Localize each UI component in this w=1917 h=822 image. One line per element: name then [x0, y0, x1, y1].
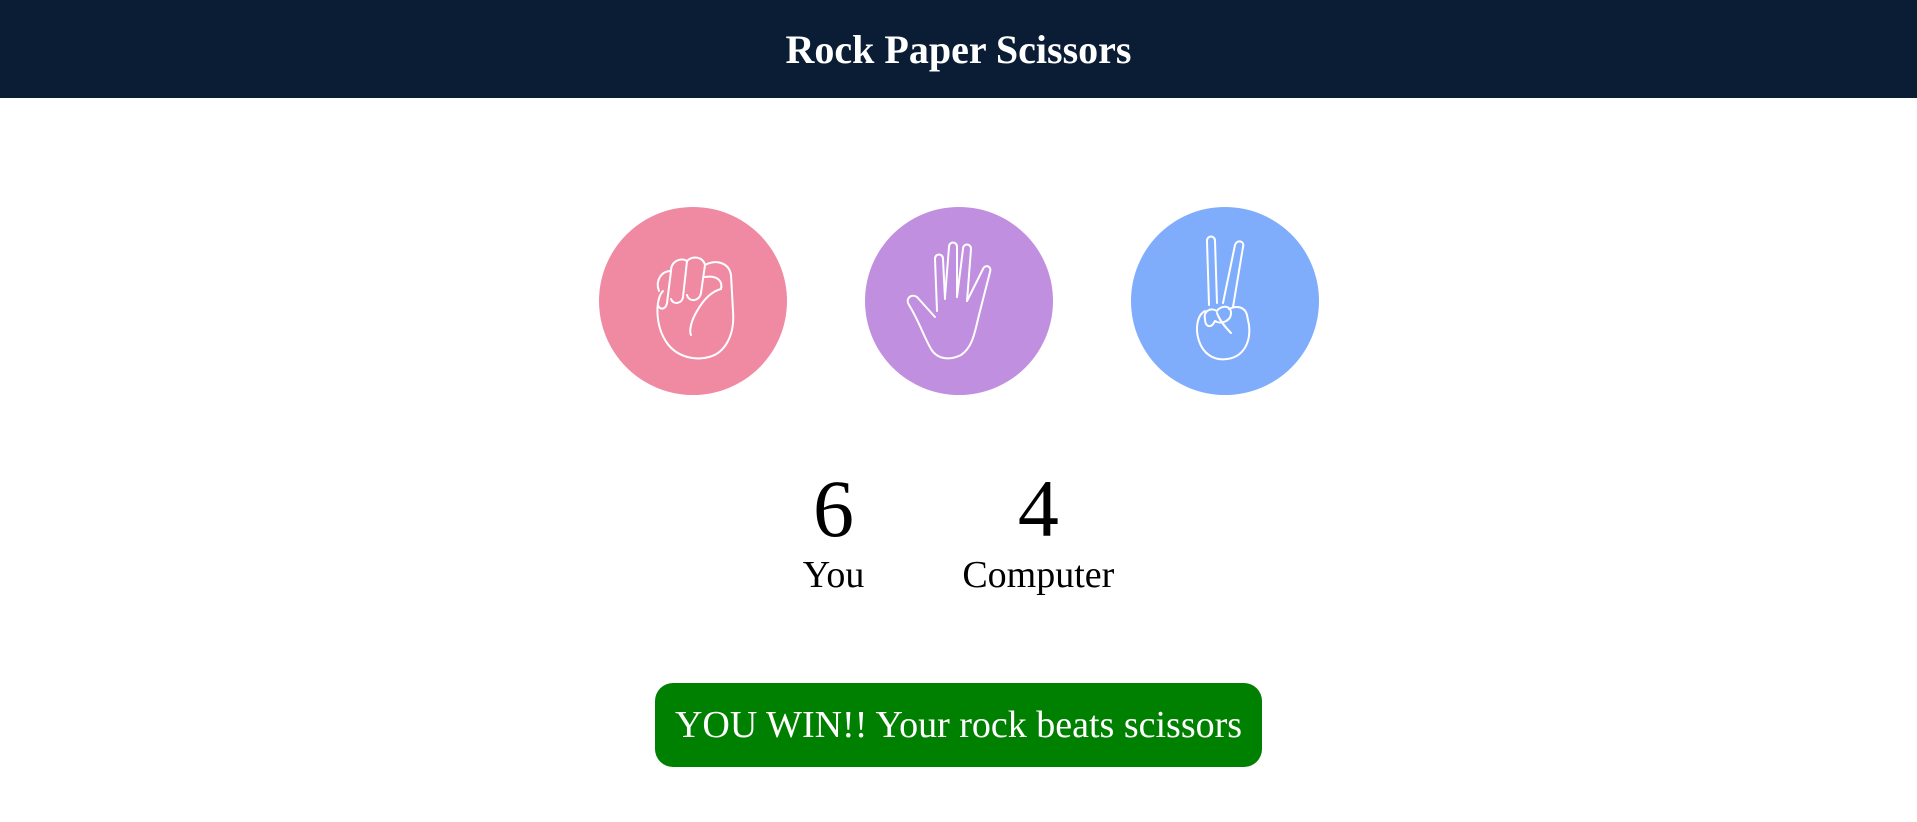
computer-score-label: Computer [962, 554, 1115, 596]
player-score-value: 6 [813, 463, 854, 554]
scissors-button[interactable] [1130, 207, 1319, 395]
peace-hand-icon [1195, 235, 1250, 361]
player-score-label: You [802, 554, 865, 596]
choices-row [0, 207, 1917, 395]
computer-score: 4 Computer [962, 465, 1114, 597]
result-container: YOU WIN!! Your rock beats scissors [0, 683, 1917, 767]
open-hand-icon [906, 241, 991, 360]
scoreboard: 6 You 4 Computer [0, 465, 1917, 597]
fist-icon [656, 256, 734, 360]
computer-score-value: 4 [1017, 463, 1059, 554]
result-message: YOU WIN!! Your rock beats scissors [654, 683, 1263, 767]
page-title: Rock Paper Scissors [785, 26, 1132, 72]
rock-button[interactable] [598, 207, 787, 395]
app-header: Rock Paper Scissors [0, 0, 1917, 98]
player-score: 6 You [803, 465, 865, 597]
paper-button[interactable] [864, 207, 1053, 395]
